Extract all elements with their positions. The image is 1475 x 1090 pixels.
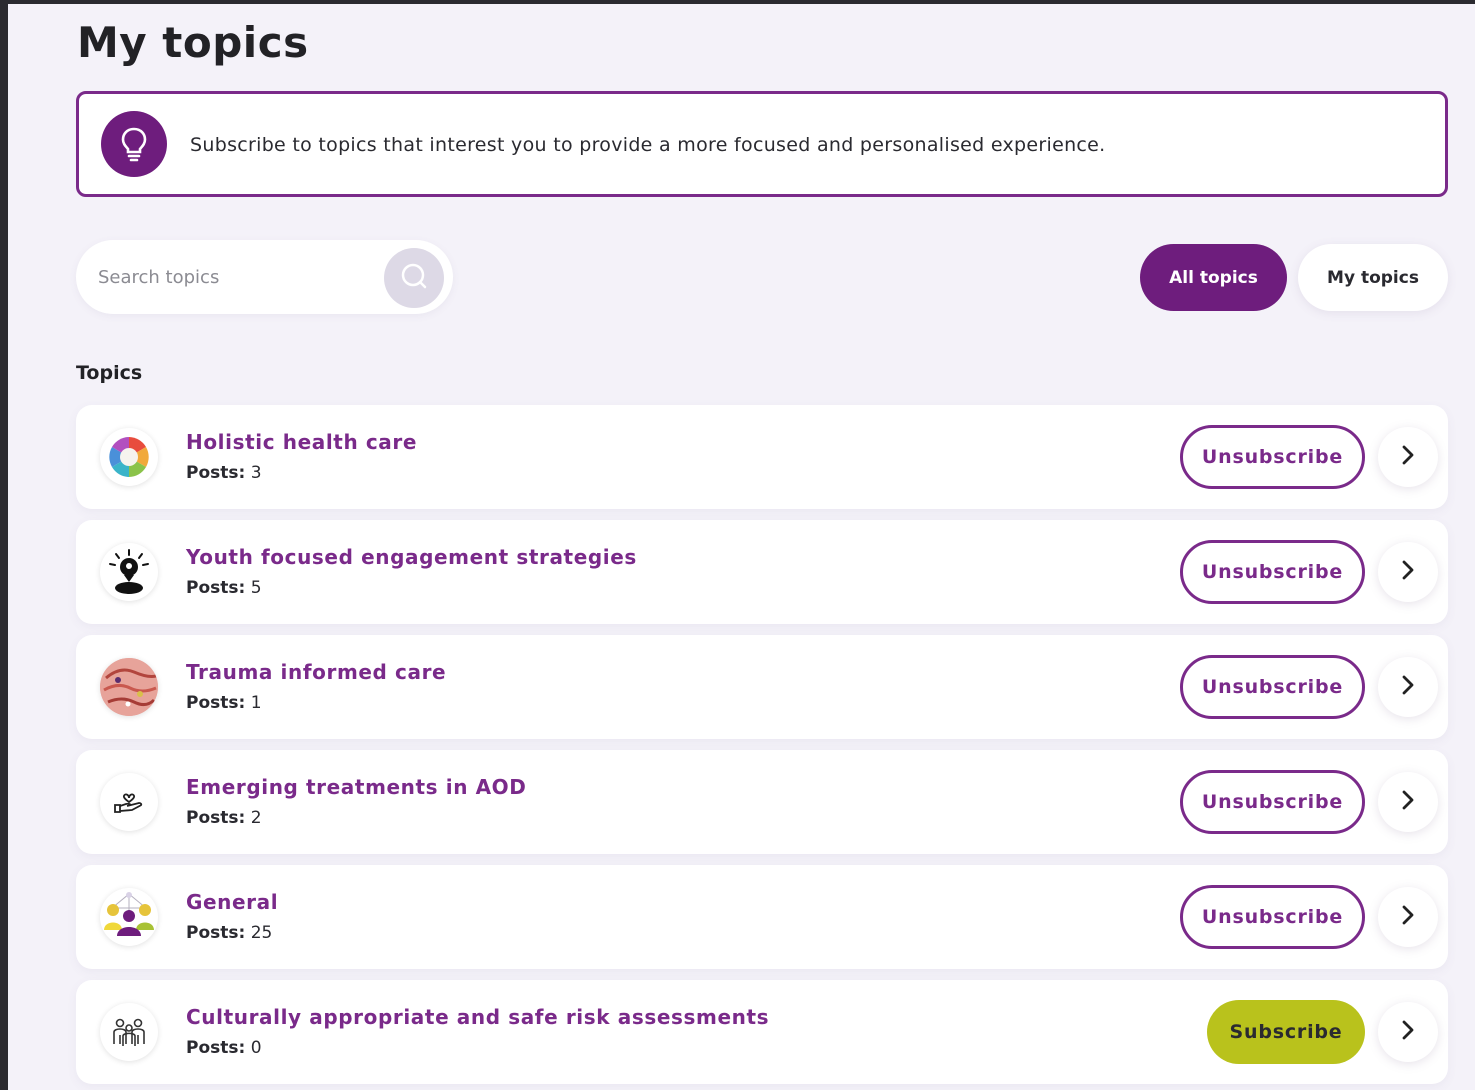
chevron-right-icon <box>1401 1020 1415 1044</box>
topic-title[interactable]: Trauma informed care <box>186 660 446 684</box>
topic-avatar <box>100 888 158 946</box>
chevron-right-icon <box>1401 790 1415 814</box>
topic-posts: Posts: 2 <box>186 808 262 828</box>
unsubscribe-button[interactable]: Unsubscribe <box>1180 425 1365 489</box>
open-topic-button[interactable] <box>1378 657 1438 717</box>
topic-title[interactable]: General <box>186 890 278 914</box>
chevron-right-icon <box>1401 905 1415 929</box>
topic-row: Holistic health care Posts: 3 Unsubscrib… <box>76 405 1448 509</box>
topic-row: Emerging treatments in AOD Posts: 2 Unsu… <box>76 750 1448 854</box>
unsubscribe-button[interactable]: Unsubscribe <box>1180 540 1365 604</box>
topic-posts: Posts: 25 <box>186 923 273 943</box>
topic-title[interactable]: Holistic health care <box>186 430 417 454</box>
tab-all-topics[interactable]: All topics <box>1140 244 1287 311</box>
open-topic-button[interactable] <box>1378 1002 1438 1062</box>
unsubscribe-button[interactable]: Unsubscribe <box>1180 885 1365 949</box>
tab-my-topics[interactable]: My topics <box>1298 244 1448 311</box>
lightbulb-icon <box>101 111 167 177</box>
unsubscribe-button[interactable]: Unsubscribe <box>1180 770 1365 834</box>
topic-title[interactable]: Emerging treatments in AOD <box>186 775 526 799</box>
search-icon <box>400 262 428 294</box>
page-title: My topics <box>77 18 309 67</box>
banner-text: Subscribe to topics that interest you to… <box>190 134 1106 156</box>
topic-title[interactable]: Culturally appropriate and safe risk ass… <box>186 1005 769 1029</box>
chevron-right-icon <box>1401 675 1415 699</box>
open-topic-button[interactable] <box>1378 542 1438 602</box>
topic-row: Culturally appropriate and safe risk ass… <box>76 980 1448 1084</box>
topic-row: Youth focused engagement strategies Post… <box>76 520 1448 624</box>
topic-posts: Posts: 3 <box>186 463 262 483</box>
search-box <box>76 240 453 314</box>
subscribe-button[interactable]: Subscribe <box>1207 1000 1365 1064</box>
topic-avatar <box>100 658 158 716</box>
search-button[interactable] <box>384 248 444 308</box>
section-heading-topics: Topics <box>76 362 143 384</box>
topic-avatar <box>100 773 158 831</box>
open-topic-button[interactable] <box>1378 772 1438 832</box>
info-banner: Subscribe to topics that interest you to… <box>76 91 1448 197</box>
topic-avatar <box>100 428 158 486</box>
topic-avatar <box>100 543 158 601</box>
chevron-right-icon <box>1401 445 1415 469</box>
topic-avatar <box>100 1003 158 1061</box>
open-topic-button[interactable] <box>1378 427 1438 487</box>
topic-posts: Posts: 5 <box>186 578 262 598</box>
search-input[interactable] <box>98 262 378 292</box>
page: My topics Subscribe to topics that inter… <box>8 4 1475 1090</box>
topic-posts: Posts: 1 <box>186 693 262 713</box>
unsubscribe-button[interactable]: Unsubscribe <box>1180 655 1365 719</box>
chevron-right-icon <box>1401 560 1415 584</box>
open-topic-button[interactable] <box>1378 887 1438 947</box>
topic-row: Trauma informed care Posts: 1 Unsubscrib… <box>76 635 1448 739</box>
topic-posts: Posts: 0 <box>186 1038 262 1058</box>
topic-title[interactable]: Youth focused engagement strategies <box>186 545 637 569</box>
topic-row: General Posts: 25 Unsubscribe <box>76 865 1448 969</box>
